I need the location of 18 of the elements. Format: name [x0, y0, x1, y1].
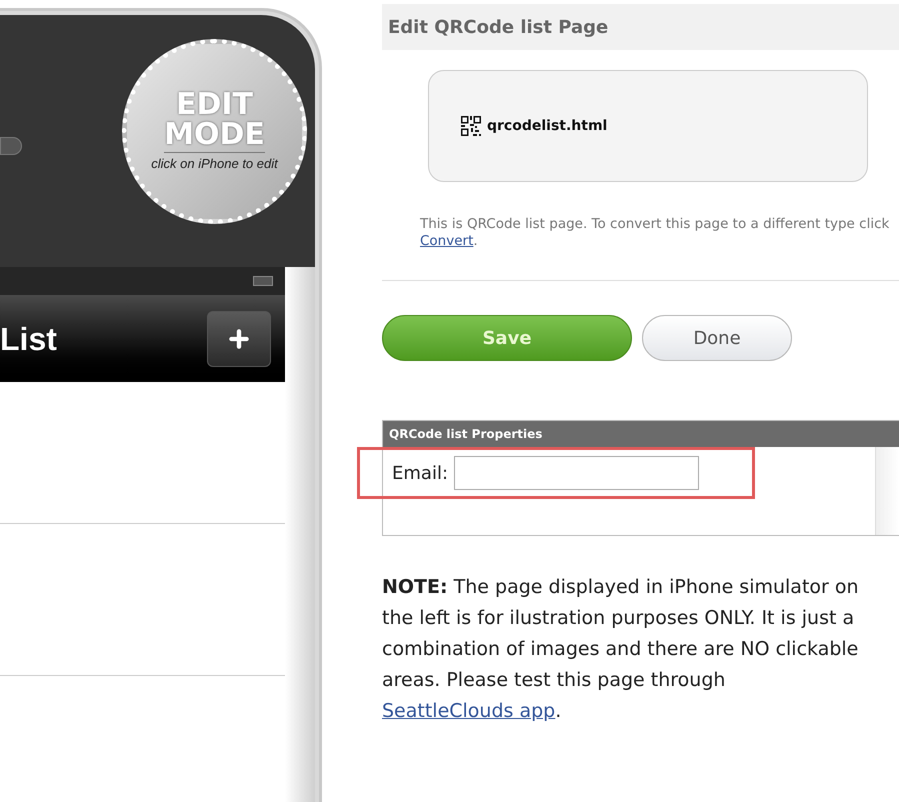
- convert-link[interactable]: Convert: [420, 233, 474, 249]
- info-text: This is QRCode list page. To convert this page to a different type click Convert.: [420, 216, 890, 250]
- battery-icon: [253, 276, 273, 286]
- add-button[interactable]: [207, 310, 271, 366]
- nav-title: List: [0, 320, 57, 358]
- done-button[interactable]: Done: [642, 315, 792, 361]
- file-name: qrcodelist.html: [487, 116, 608, 136]
- page-title: Edit QRCode list Page: [388, 16, 608, 40]
- field-label: Email:: [392, 462, 448, 486]
- panel-title: QRCode list Properties: [389, 426, 542, 443]
- badge-title: EDIT: [176, 90, 254, 120]
- email-input[interactable]: [454, 456, 700, 490]
- qr-code-icon: [461, 116, 481, 136]
- badge-caption: click on iPhone to edit: [150, 156, 280, 172]
- badge-title: MODE: [164, 120, 265, 153]
- camera-icon: [0, 137, 22, 155]
- seattleclouds-link[interactable]: SeattleClouds app: [382, 700, 556, 722]
- note-text: NOTE: The page displayed in iPhone simulator on the left is for ilustration purposes ONLY. It is just a combination of images and there are NO clickable areas. Please test this page through SeattleClouds app.: [382, 575, 860, 724]
